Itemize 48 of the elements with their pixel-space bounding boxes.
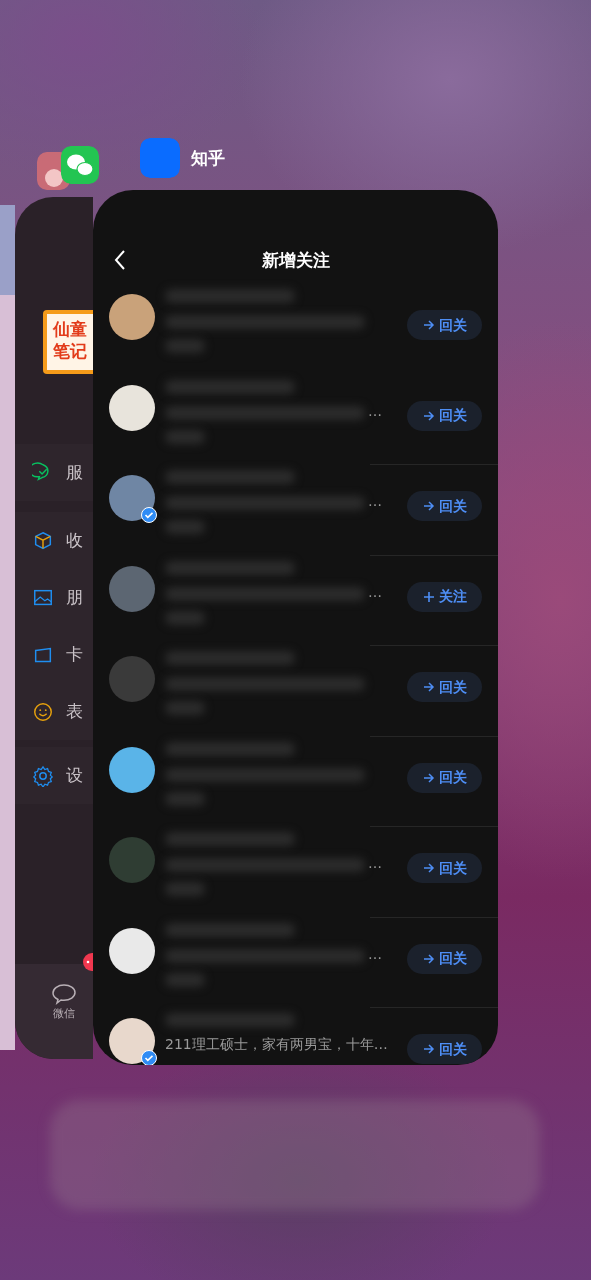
app-name-label: 知乎 bbox=[191, 147, 225, 170]
arrow-icon bbox=[422, 500, 435, 512]
user-bio: … bbox=[368, 854, 382, 872]
smiley-icon bbox=[32, 700, 54, 723]
user-bio: 211理工硕士，家有两男宝，十年… bbox=[165, 1035, 388, 1053]
plus-icon bbox=[422, 590, 435, 603]
follow-button[interactable]: 回关 bbox=[407, 491, 482, 521]
user-bio: … bbox=[368, 401, 382, 420]
menu-item[interactable]: 服 bbox=[66, 459, 83, 486]
follow-button[interactable]: 回关 bbox=[407, 1034, 482, 1064]
avatar-placeholder[interactable] bbox=[109, 746, 155, 793]
sticker-image: 仙童 笔记 bbox=[43, 310, 93, 374]
app-window-preview[interactable]: 新增关注 回关 … 回关 … 回关 … 关注 回关 回关 … 回关 … 回关 211理工硕士，家有两男宝，十年… 回关 bbox=[93, 190, 498, 1065]
arrow-icon bbox=[422, 952, 435, 965]
back-icon[interactable] bbox=[113, 249, 127, 271]
arrow-icon bbox=[422, 319, 435, 331]
menu-item[interactable]: 朋 bbox=[66, 584, 83, 611]
avatar-placeholder[interactable] bbox=[109, 294, 155, 340]
chat-app-icon[interactable] bbox=[61, 146, 99, 184]
user-bio: … bbox=[368, 944, 382, 963]
tab-label[interactable]: 微信 bbox=[53, 1006, 75, 1023]
follow-button[interactable]: 回关 bbox=[407, 943, 482, 974]
avatar-placeholder[interactable] bbox=[109, 475, 155, 521]
follow-button[interactable]: 回关 bbox=[407, 672, 482, 702]
menu-item[interactable]: 设 bbox=[66, 762, 83, 789]
arrow-icon bbox=[422, 862, 435, 874]
menu-item[interactable]: 表 bbox=[66, 698, 83, 725]
cube-icon bbox=[32, 529, 54, 552]
follow-button[interactable]: 回关 bbox=[407, 400, 482, 431]
menu-item[interactable]: 卡 bbox=[66, 641, 83, 668]
follow-button[interactable]: 关注 bbox=[407, 581, 482, 612]
user-bio: … bbox=[368, 582, 382, 601]
settings-icon bbox=[32, 764, 54, 787]
menu-item[interactable]: 收 bbox=[66, 527, 83, 554]
follow-button[interactable]: 回关 bbox=[407, 762, 482, 793]
chat-bubble-icon[interactable] bbox=[51, 982, 77, 1006]
arrow-icon bbox=[422, 1043, 435, 1055]
arrow-icon bbox=[422, 409, 435, 422]
avatar-placeholder[interactable] bbox=[109, 927, 155, 974]
page-title: 新增关注 bbox=[261, 248, 330, 272]
avatar-placeholder[interactable] bbox=[109, 384, 155, 431]
app-window-preview[interactable]: 仙童 笔记 服 收 朋 卡 表 设 微信 bbox=[15, 197, 93, 1059]
arrow-icon bbox=[422, 681, 435, 693]
user-bio: … bbox=[368, 492, 382, 510]
follow-button[interactable]: 回关 bbox=[407, 853, 482, 883]
arrow-icon bbox=[422, 771, 435, 784]
avatar-placeholder[interactable] bbox=[109, 1018, 155, 1064]
follow-button[interactable]: 回关 bbox=[407, 310, 482, 340]
